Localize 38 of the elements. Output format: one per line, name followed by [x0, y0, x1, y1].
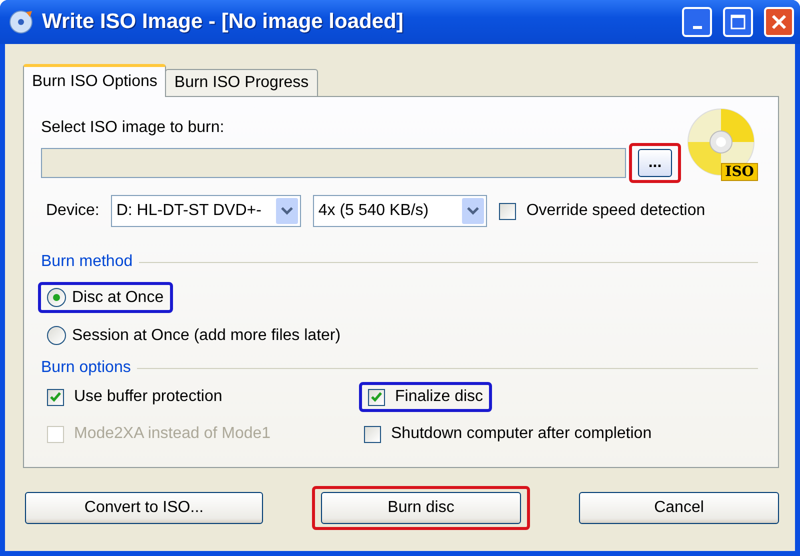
checkbox-label: Shutdown computer after completion — [391, 425, 652, 443]
device-dropdown[interactable]: D: HL-DT-ST DVD+- — [111, 195, 302, 227]
close-icon — [771, 14, 787, 30]
checkbox[interactable] — [499, 202, 516, 220]
dialog-button[interactable]: Cancel — [579, 492, 779, 524]
maximize-button[interactable] — [723, 7, 753, 37]
maximize-icon — [730, 14, 746, 30]
dialog-button[interactable]: Convert to ISO... — [25, 492, 263, 524]
checkbox-label: Finalize disc — [395, 388, 484, 406]
checkbox[interactable] — [364, 426, 381, 442]
minimize-icon — [692, 26, 702, 28]
dialog-button[interactable]: Burn disc — [321, 492, 521, 524]
browse-button[interactable]: ... — [638, 148, 672, 176]
window-title: Write ISO Image - [No image loaded] — [42, 10, 404, 34]
iso-badge: ISO — [721, 163, 758, 181]
checkbox-label: Mode2XA instead of Mode1 — [74, 425, 271, 443]
speed-dropdown[interactable]: 4x (5 540 KB/s) — [313, 195, 488, 227]
checkbox-label: Use buffer protection — [74, 388, 222, 406]
group-title: Burn method — [41, 253, 133, 271]
file-path-field[interactable] — [41, 148, 626, 178]
field-label: Select ISO image to burn: — [41, 118, 226, 136]
radio-button[interactable] — [47, 326, 66, 345]
chevron-icon — [281, 207, 294, 215]
checkbox[interactable] — [47, 388, 64, 406]
radio-label: Session at Once (add more files later) — [72, 326, 341, 344]
checkbox-label: Override speed detection — [526, 202, 706, 220]
field-label: Device: — [46, 202, 100, 220]
radio-button[interactable] — [47, 288, 66, 307]
radio-label: Disc at Once — [72, 288, 164, 306]
group-title: Burn options — [41, 359, 131, 377]
tab[interactable]: Burn ISO Progress — [165, 69, 318, 96]
chevron-icon — [467, 207, 480, 215]
minimize-button[interactable] — [682, 7, 712, 37]
disc-icon — [686, 107, 756, 177]
tab[interactable]: Burn ISO Options — [23, 64, 166, 97]
close-button[interactable] — [764, 7, 794, 37]
checkbox[interactable] — [368, 388, 385, 406]
disc-icon — [8, 9, 34, 35]
